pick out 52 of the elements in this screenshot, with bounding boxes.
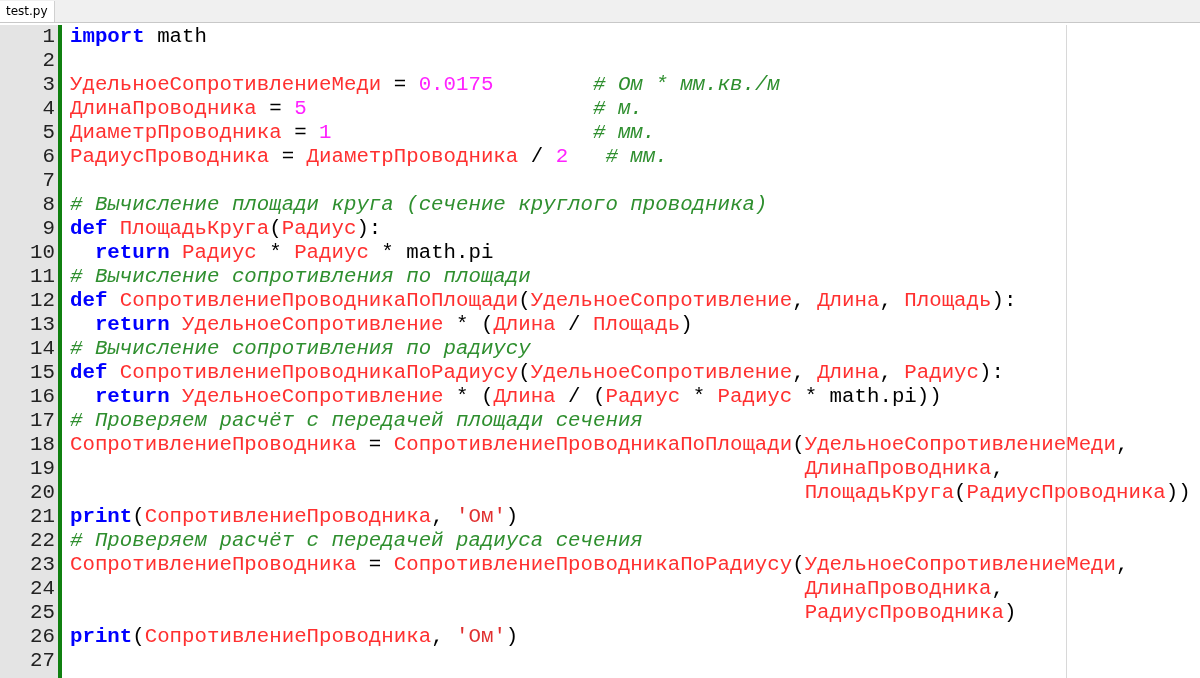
line-number: 23 xyxy=(29,553,55,577)
code-line: ПлощадьКруга(РадиусПроводника)) xyxy=(803,481,1191,504)
code-line: def ПлощадьКруга(Радиус): xyxy=(70,217,382,240)
line-number: 13 xyxy=(29,313,55,337)
line-number: 22 xyxy=(29,529,55,553)
line-number: 12 xyxy=(29,289,55,313)
file-tab[interactable]: test.py xyxy=(0,1,55,22)
code-line: # Проверяем расчёт с передачей площади сечения xyxy=(70,409,643,432)
line-number: 15 xyxy=(29,361,55,385)
line-number: 6 xyxy=(41,145,55,169)
line-number: 24 xyxy=(29,577,55,601)
line-number: 2 xyxy=(41,49,55,73)
code-line: ДлинаПроводника = 5 # м. xyxy=(70,97,643,120)
line-number: 20 xyxy=(29,481,55,505)
line-number: 19 xyxy=(29,457,55,481)
line-number: 17 xyxy=(29,409,55,433)
line-number: 16 xyxy=(29,385,55,409)
code-line: print(СопротивлениеПроводника, 'Ом') xyxy=(70,625,519,648)
line-number: 10 xyxy=(29,241,55,265)
line-number: 4 xyxy=(41,97,55,121)
line-number: 3 xyxy=(41,73,55,97)
line-number: 1 xyxy=(41,25,55,49)
code-line: # Вычисление площади круга (сечение круглого проводника) xyxy=(70,193,768,216)
code-line: УдельноеСопротивлениеМеди = 0.0175 # Ом * мм.кв./м xyxy=(70,73,780,96)
line-number: 9 xyxy=(41,217,55,241)
code-line: def СопротивлениеПроводникаПоРадиусу(УдельноеСопротивление, Длина, Радиус): xyxy=(70,361,1004,384)
code-line: return Радиус * Радиус * math.pi xyxy=(93,241,494,264)
line-number: 5 xyxy=(41,121,55,145)
line-number: 25 xyxy=(29,601,55,625)
code-line: # Проверяем расчёт с передачей радиуса сечения xyxy=(70,529,643,552)
line-number: 21 xyxy=(29,505,55,529)
code-line: # Вычисление сопротивления по радиусу xyxy=(70,337,531,360)
code-line: ДиаметрПроводника = 1 # мм. xyxy=(70,121,656,144)
code-line: РадиусПроводника) xyxy=(803,601,1017,624)
code-line: import math xyxy=(70,25,207,48)
code-line: return УдельноеСопротивление * (Длина / (Радиус * Радиус * math.pi)) xyxy=(93,385,942,408)
line-number: 7 xyxy=(41,169,55,193)
line-number: 14 xyxy=(29,337,55,361)
code-line: # Вычисление сопротивления по площади xyxy=(70,265,531,288)
line-number: 27 xyxy=(29,649,55,673)
code-line: return УдельноеСопротивление * (Длина / Площадь) xyxy=(93,313,693,336)
line-number: 11 xyxy=(29,265,55,289)
code-line: def СопротивлениеПроводникаПоПлощади(УдельноеСопротивление, Длина, Площадь): xyxy=(70,289,1017,312)
code-line: ДлинаПроводника, xyxy=(803,457,1004,480)
code-line: СопротивлениеПроводника = СопротивлениеПроводникаПоРадиусу(УдельноеСопротивлениеМеди, xyxy=(70,553,1129,576)
line-number: 18 xyxy=(29,433,55,457)
line-number: 8 xyxy=(41,193,55,217)
line-number: 26 xyxy=(29,625,55,649)
code-line: РадиусПроводника = ДиаметрПроводника / 2 # мм. xyxy=(70,145,668,168)
code-line: ДлинаПроводника, xyxy=(803,577,1004,600)
code-line: print(СопротивлениеПроводника, 'Ом') xyxy=(70,505,519,528)
code-line: СопротивлениеПроводника = СопротивлениеПроводникаПоПлощади(УдельноеСопротивлениеМеди, xyxy=(70,433,1129,456)
